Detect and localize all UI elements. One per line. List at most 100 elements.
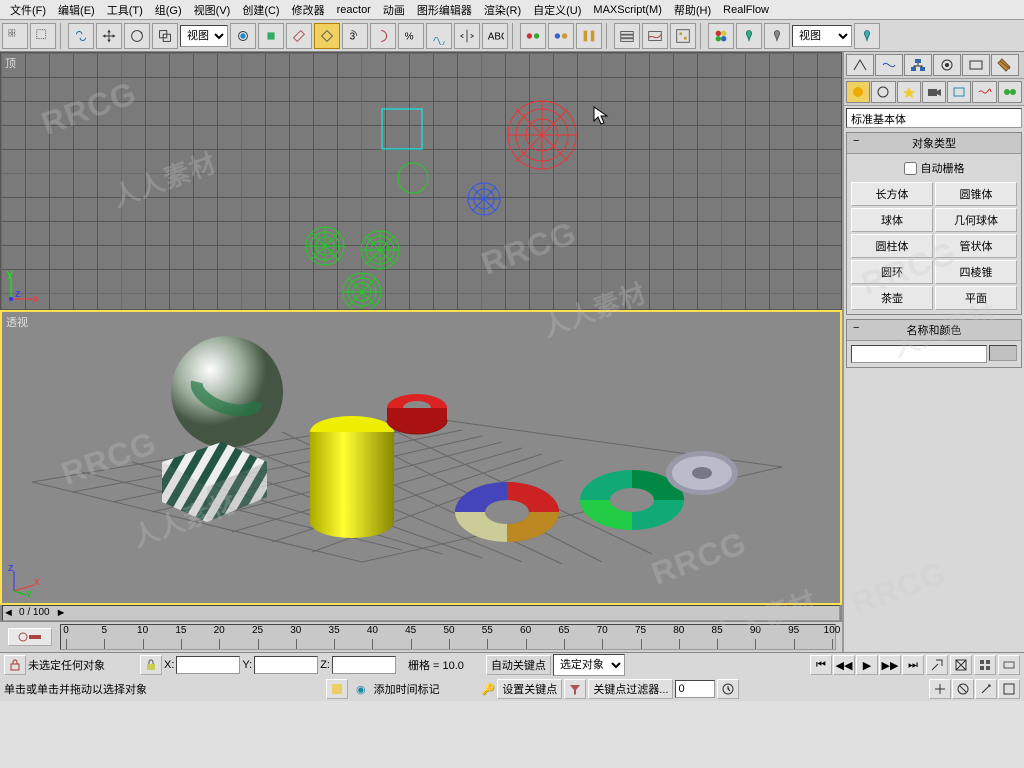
quick-render-button[interactable] [854, 23, 880, 49]
primitive-5[interactable]: 管状体 [935, 234, 1017, 258]
viewport-perspective[interactable]: 透视 zxy [0, 310, 842, 605]
primitive-1[interactable]: 圆锥体 [935, 182, 1017, 206]
keyfilter-icon[interactable] [564, 679, 586, 699]
lock-selection-button[interactable] [140, 655, 162, 675]
coord-z-input[interactable] [332, 656, 396, 674]
menu-grapheditors[interactable]: 图形编辑器 [411, 0, 478, 20]
tab-hierarchy[interactable] [904, 54, 932, 76]
autokey-button[interactable]: 自动关键点 [486, 655, 551, 675]
keymode-dropdown[interactable]: 选定对象 [553, 654, 625, 676]
primitive-7[interactable]: 四棱锥 [935, 260, 1017, 284]
redo-button[interactable] [30, 23, 56, 49]
render-button[interactable] [764, 23, 790, 49]
category-dropdown[interactable]: 标准基本体 [846, 108, 1022, 128]
subtab-cameras[interactable] [922, 81, 946, 103]
spinner-snap-button[interactable]: % [398, 23, 424, 49]
primitive-8[interactable]: 茶壶 [851, 286, 933, 310]
nav-fov-button[interactable] [998, 655, 1020, 675]
nav-zoomall-button[interactable] [950, 655, 972, 675]
subtab-systems[interactable] [998, 81, 1022, 103]
scale-button[interactable] [152, 23, 178, 49]
subtab-geometry[interactable] [846, 81, 870, 103]
timeline[interactable]: 0510152025303540455055606570758085909510… [0, 621, 842, 652]
primitive-9[interactable]: 平面 [935, 286, 1017, 310]
time-slider[interactable]: ◄ 0 / 100 ► [2, 605, 840, 621]
rollout-type-header[interactable]: 对象类型 [847, 133, 1021, 154]
snapshot-button[interactable] [548, 23, 574, 49]
prev-frame-button[interactable]: ◀◀ [833, 655, 855, 675]
menu-help[interactable]: 帮助(H) [668, 0, 717, 20]
refcoord-dropdown[interactable]: 视图 [180, 25, 228, 47]
primitive-0[interactable]: 长方体 [851, 182, 933, 206]
selectmove-button[interactable] [258, 23, 284, 49]
timeline-track[interactable]: 0510152025303540455055606570758085909510… [60, 624, 836, 650]
menu-customize[interactable]: 自定义(U) [527, 0, 587, 20]
lock-button[interactable] [4, 655, 26, 675]
setkey-button[interactable]: 设置关键点 [497, 679, 562, 699]
add-time-marker[interactable]: 添加时间标记 [374, 681, 440, 697]
time-config-button[interactable] [717, 679, 739, 699]
object-name-input[interactable] [851, 345, 987, 363]
menu-tools[interactable]: 工具(T) [101, 0, 149, 20]
primitive-2[interactable]: 球体 [851, 208, 933, 232]
menu-modifiers[interactable]: 修改器 [286, 0, 331, 20]
manip-button[interactable] [286, 23, 312, 49]
primitive-6[interactable]: 圆环 [851, 260, 933, 284]
menu-reactor[interactable]: reactor [331, 2, 377, 18]
rotate-button[interactable] [124, 23, 150, 49]
percent-snap-button[interactable] [370, 23, 396, 49]
snap-button[interactable] [314, 23, 340, 49]
align-button[interactable]: ABC [482, 23, 508, 49]
tab-modify[interactable] [875, 54, 903, 76]
tab-display[interactable] [962, 54, 990, 76]
mirror-button[interactable] [454, 23, 480, 49]
rollout-color-header[interactable]: 名称和颜色 [847, 320, 1021, 341]
spacing-button[interactable] [576, 23, 602, 49]
current-frame-input[interactable] [675, 680, 715, 698]
angle-snap-button[interactable]: 3 [342, 23, 368, 49]
nav-maximize-button[interactable] [998, 679, 1020, 699]
curve-editor-button[interactable] [642, 23, 668, 49]
menu-create[interactable]: 创建(C) [236, 0, 285, 20]
layers-button[interactable] [614, 23, 640, 49]
nav-dolly-button[interactable] [975, 679, 997, 699]
timeline-key-icon[interactable] [8, 628, 52, 646]
play-button[interactable]: ▶ [856, 655, 878, 675]
menu-animation[interactable]: 动画 [377, 0, 411, 20]
tab-utilities[interactable] [991, 54, 1019, 76]
script-listener-button[interactable] [326, 679, 348, 699]
select-button[interactable] [96, 23, 122, 49]
named-sel-button[interactable] [426, 23, 452, 49]
menu-file[interactable]: 文件(F) [4, 0, 52, 20]
nav-zoom-button[interactable] [926, 655, 948, 675]
menu-group[interactable]: 组(G) [149, 0, 188, 20]
next-frame-button[interactable]: ▶▶ [879, 655, 901, 675]
schematic-button[interactable] [670, 23, 696, 49]
array-button[interactable] [520, 23, 546, 49]
subtab-lights[interactable] [897, 81, 921, 103]
keyfilter-button[interactable]: 关键点过滤器... [588, 679, 673, 699]
color-swatch[interactable] [989, 345, 1017, 361]
nav-pan-button[interactable] [929, 679, 951, 699]
primitive-3[interactable]: 几何球体 [935, 208, 1017, 232]
material-editor-button[interactable] [708, 23, 734, 49]
viewport-top[interactable]: 顶 yxz [0, 52, 842, 310]
link-button[interactable] [68, 23, 94, 49]
coord-y-input[interactable] [254, 656, 318, 674]
primitive-4[interactable]: 圆柱体 [851, 234, 933, 258]
goto-start-button[interactable]: ⏮ [810, 655, 832, 675]
menu-view[interactable]: 视图(V) [188, 0, 237, 20]
menu-realflow[interactable]: RealFlow [717, 2, 775, 18]
subtab-shapes[interactable] [871, 81, 895, 103]
nav-zoomextents-button[interactable] [974, 655, 996, 675]
menu-render[interactable]: 渲染(R) [478, 0, 527, 20]
subtab-helpers[interactable] [947, 81, 971, 103]
nav-orbit-button[interactable] [952, 679, 974, 699]
menu-maxscript[interactable]: MAXScript(M) [587, 2, 667, 18]
pivot-button[interactable] [230, 23, 256, 49]
goto-end-button[interactable]: ⏭ [902, 655, 924, 675]
tab-motion[interactable] [933, 54, 961, 76]
render-setup-button[interactable] [736, 23, 762, 49]
coord-x-input[interactable] [176, 656, 240, 674]
tab-create[interactable] [846, 54, 874, 76]
